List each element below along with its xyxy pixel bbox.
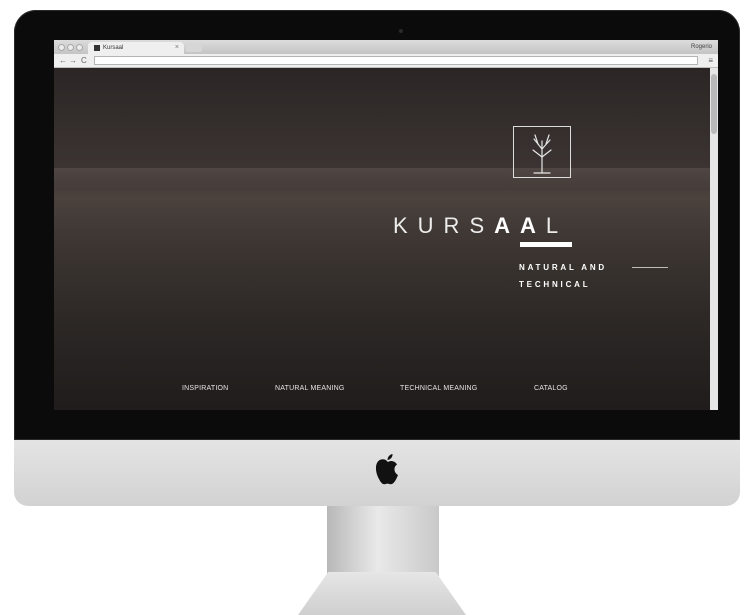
imac-stand-base — [298, 572, 466, 615]
apple-logo-icon — [375, 454, 398, 485]
camera-icon — [399, 29, 403, 33]
browser-tab[interactable]: Kursaal × — [88, 42, 184, 54]
tagline-divider — [632, 267, 668, 268]
nav-link-technical-meaning[interactable]: TECHNICAL MEANING — [400, 385, 477, 392]
brand-wordmark-bold: AA — [494, 213, 546, 238]
tagline-line-1: NATURAL AND — [519, 263, 607, 272]
page-scrollbar[interactable] — [710, 68, 718, 410]
tree-logo-icon — [513, 126, 571, 178]
tab-close-icon[interactable]: × — [175, 43, 179, 53]
forward-arrow-icon[interactable]: → — [69, 54, 77, 67]
address-bar[interactable] — [94, 56, 698, 65]
back-arrow-icon[interactable]: ← — [59, 54, 67, 67]
close-window-button[interactable] — [58, 44, 65, 51]
brand-underline — [520, 242, 572, 247]
favicon-icon — [94, 45, 100, 51]
minimize-window-button[interactable] — [67, 44, 74, 51]
hero-background: KURSAAL NATURAL AND TECHNICAL INSPIRATIO… — [54, 68, 710, 410]
nav-link-catalog[interactable]: CATALOG — [534, 385, 568, 392]
reload-icon[interactable]: C — [81, 54, 87, 67]
zoom-window-button[interactable] — [76, 44, 83, 51]
browser-titlebar: Kursaal × Rogerio — [54, 40, 718, 54]
nav-link-inspiration[interactable]: INSPIRATION — [182, 385, 228, 392]
brand-wordmark: KURSAAL — [393, 213, 568, 239]
imac-stand-neck — [327, 506, 439, 576]
browser-toolbar: ← → C ≡ — [54, 54, 718, 68]
menu-icon[interactable]: ≡ — [708, 54, 713, 67]
brand-wordmark-part: KURS — [393, 213, 495, 238]
browser-window: Kursaal × Rogerio ← → C ≡ KURSAAL NATURA… — [54, 40, 718, 410]
profile-name[interactable]: Rogerio — [691, 42, 712, 52]
horizon-glow — [54, 168, 710, 190]
nav-link-natural-meaning[interactable]: NATURAL MEANING — [275, 385, 345, 392]
new-tab-button[interactable] — [186, 44, 202, 52]
tab-title: Kursaal — [103, 45, 124, 51]
scrollbar-thumb[interactable] — [711, 74, 717, 134]
tagline-line-2: TECHNICAL — [519, 280, 591, 289]
brand-wordmark-end: L — [545, 213, 569, 238]
